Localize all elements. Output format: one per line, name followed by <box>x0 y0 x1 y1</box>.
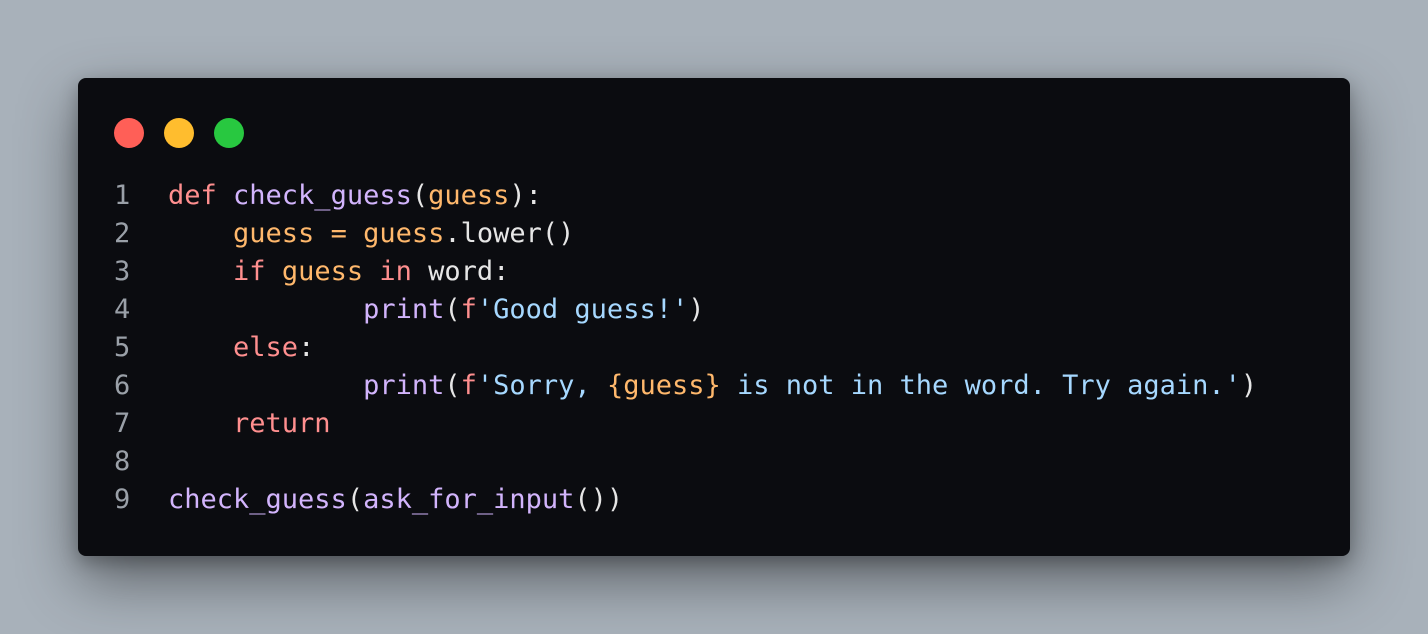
code-token-keyword: return <box>233 408 331 439</box>
code-line: 1 def check_guess(guess): <box>114 177 1257 215</box>
code-text: check_guess(ask_for_input()) <box>168 481 623 519</box>
code-token-plain: ( <box>346 484 364 515</box>
code-token-string: 'Sorry, <box>476 370 607 401</box>
code-token-function: print <box>363 370 445 401</box>
code-token-variable: guess <box>428 180 510 211</box>
line-number: 2 <box>114 218 131 249</box>
line-number: 6 <box>114 370 131 401</box>
code-token-string: 'Good guess!' <box>476 294 689 325</box>
code-line: 3 if guess in word: <box>114 253 1257 291</box>
code-token-variable: guess <box>363 218 445 249</box>
line-number: 4 <box>114 294 131 325</box>
line-number: 8 <box>114 446 131 477</box>
code-token-plain: ) <box>688 294 705 325</box>
code-line: 7 return <box>114 405 1257 443</box>
line-number: 5 <box>114 332 131 363</box>
code-token-plain: ): <box>509 180 542 211</box>
code-text: if guess in word: <box>168 253 509 291</box>
code-window: 1 def check_guess(guess): 2 guess = guess.… <box>78 78 1350 556</box>
code-token-plain: ( <box>411 180 429 211</box>
maximize-button-icon[interactable] <box>214 118 244 148</box>
code-token-function: check_guess <box>168 484 347 515</box>
code-token-plain: ()) <box>574 484 624 515</box>
code-text: print(f'Good guess!') <box>168 291 704 329</box>
code-line: 2 guess = guess.lower() <box>114 215 1257 253</box>
code-token-variable: {guess} <box>606 370 721 401</box>
code-text: guess = guess.lower() <box>168 215 574 253</box>
code-token-plain: word: <box>428 256 510 287</box>
code-token-plain: ( <box>444 294 461 325</box>
code-token-plain: .lower() <box>444 218 575 249</box>
code-token-keyword: else <box>233 332 299 363</box>
line-number: 3 <box>114 256 131 287</box>
code-token-variable: guess <box>281 256 380 287</box>
code-token-string: is not in the word. Try again.' <box>720 370 1241 401</box>
code-block: 1 def check_guess(guess): 2 guess = guess.… <box>114 177 1257 519</box>
code-line: 8 <box>114 443 1257 481</box>
code-text: else: <box>168 329 314 367</box>
minimize-button-icon[interactable] <box>164 118 194 148</box>
code-text: return <box>168 405 331 443</box>
code-line: 9 check_guess(ask_for_input()) <box>114 481 1257 519</box>
code-line: 4 print(f'Good guess!') <box>114 291 1257 329</box>
line-number: 1 <box>114 180 131 211</box>
code-token-plain: : <box>298 332 315 363</box>
line-number: 9 <box>114 484 131 515</box>
code-token-function: ask_for_input <box>363 484 575 515</box>
code-token-keyword: f <box>460 294 477 325</box>
code-token-keyword: in <box>379 256 429 287</box>
code-token-plain: ( <box>444 370 461 401</box>
line-number: 7 <box>114 408 131 439</box>
code-token-plain: ) <box>1240 370 1258 401</box>
window-controls <box>114 118 244 148</box>
code-token-function: print <box>363 294 445 325</box>
code-token-keyword: def <box>168 180 234 211</box>
code-token-function: check_guess <box>233 180 412 211</box>
code-token-keyword: f <box>460 370 477 401</box>
close-button-icon[interactable] <box>114 118 144 148</box>
code-text: print(f'Sorry, {guess} is not in the wor… <box>168 367 1257 405</box>
code-token-variable: = <box>314 218 364 249</box>
code-token-keyword: if <box>233 256 282 287</box>
code-text: def check_guess(guess): <box>168 177 542 215</box>
code-line: 6 print(f'Sorry, {guess} is not in the w… <box>114 367 1257 405</box>
code-line: 5 else: <box>114 329 1257 367</box>
code-token-variable: guess <box>233 218 315 249</box>
